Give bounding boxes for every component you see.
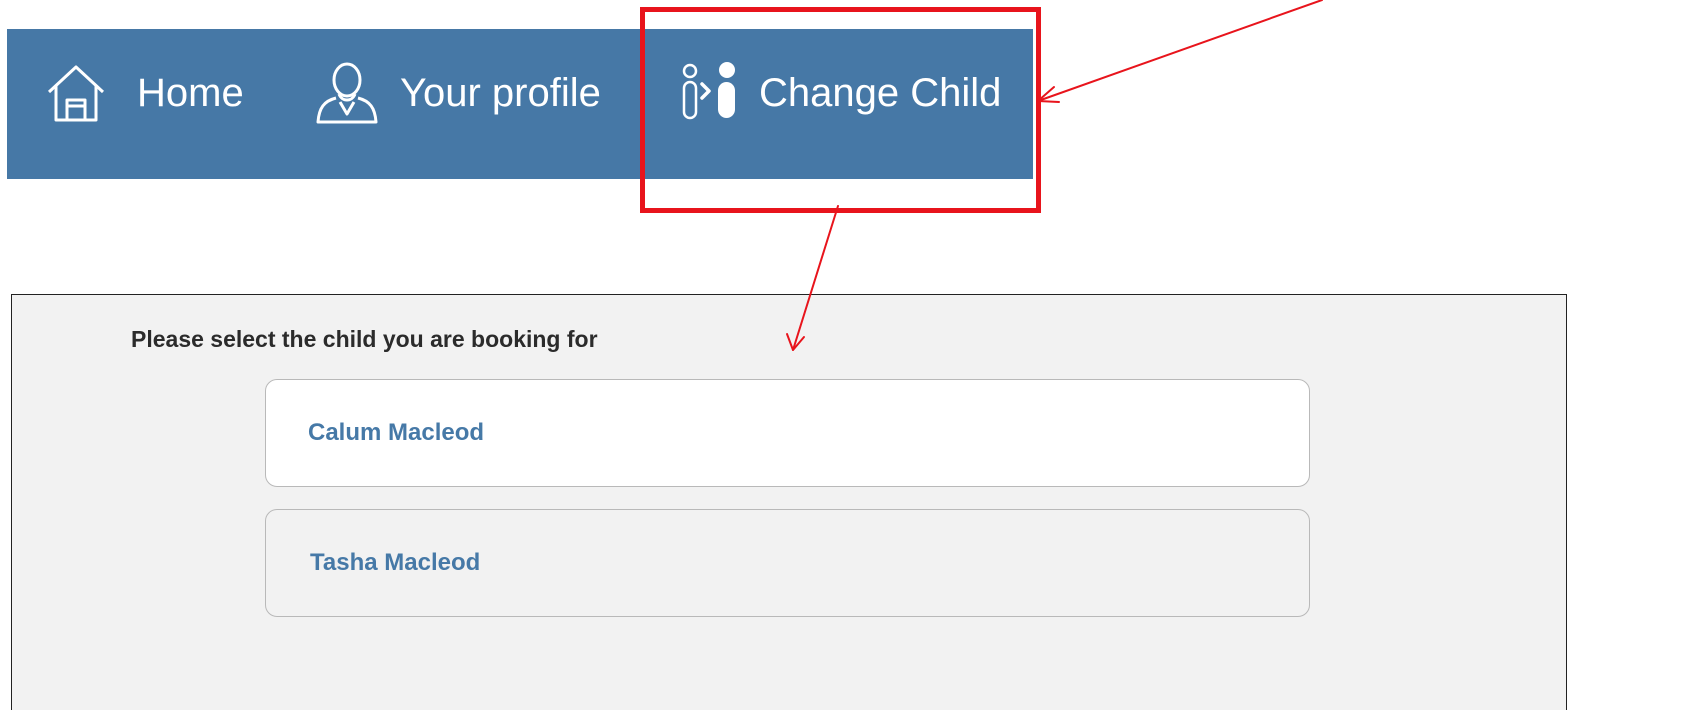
child-option-tasha-macleod[interactable]: Tasha Macleod: [265, 509, 1310, 617]
nav-item-your-profile[interactable]: Your profile: [312, 29, 601, 157]
screenshot-stage: Home Your profile Change Child Please se…: [0, 0, 1681, 710]
user-profile-icon: [312, 58, 382, 128]
nav-item-home-label: Home: [137, 70, 244, 115]
nav-item-home[interactable]: Home: [45, 29, 244, 157]
nav-item-your-profile-label: Your profile: [400, 70, 601, 115]
child-option-calum-macleod[interactable]: Calum Macleod: [265, 379, 1310, 487]
change-child-icon: [677, 60, 743, 126]
child-selection-prompt: Please select the child you are booking …: [131, 326, 598, 352]
annotation-arrowhead-top-right: [1037, 86, 1060, 103]
nav-item-change-child-label: Change Child: [759, 70, 1002, 115]
house-icon: [45, 62, 107, 124]
annotation-arrow-top-right: [1037, 0, 1323, 102]
nav-item-change-child[interactable]: Change Child: [677, 29, 1001, 157]
top-navigation-bar: Home Your profile Change Child: [7, 29, 1033, 179]
child-selection-panel: Please select the child you are booking …: [11, 294, 1567, 710]
